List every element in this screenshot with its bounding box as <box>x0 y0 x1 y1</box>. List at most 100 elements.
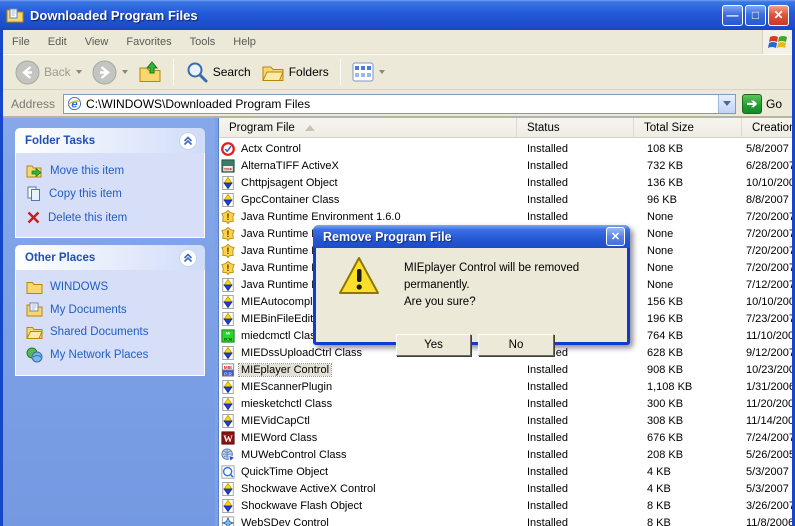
java-warning-icon: ! <box>221 261 235 275</box>
table-row[interactable]: QuickTime Object Installed 4 KB 5/3/2007 <box>219 463 792 480</box>
dialog-close-icon[interactable]: ✕ <box>606 227 625 246</box>
sidebar-item-my-documents[interactable]: My Documents <box>26 302 198 317</box>
table-row[interactable]: Shockwave ActiveX Control Installed 4 KB… <box>219 480 792 497</box>
views-button[interactable] <box>348 58 389 86</box>
back-button[interactable]: Back <box>11 57 86 88</box>
table-row[interactable]: MIEScannerPlugin Installed 1,108 KB 1/31… <box>219 378 792 395</box>
column-header-program-file[interactable]: Program File <box>219 118 517 138</box>
title-bar: Downloaded Program Files — □ ✕ <box>0 0 795 30</box>
menu-view[interactable]: View <box>76 32 118 52</box>
column-header-creation-date[interactable]: Creation <box>742 118 792 138</box>
program-status: Installed <box>527 463 634 480</box>
menu-favorites[interactable]: Favorites <box>117 32 180 52</box>
websdev-star-icon <box>221 516 235 526</box>
table-row[interactable]: Shockwave Flash Object Installed 8 KB 3/… <box>219 497 792 514</box>
sidebar-item-windows[interactable]: WINDOWS <box>26 280 198 294</box>
menu-tools[interactable]: Tools <box>181 32 225 52</box>
table-row[interactable]: miesketchctl Class Installed 300 KB 11/2… <box>219 395 792 412</box>
ie-icon: e <box>67 96 82 111</box>
program-file-name: MIEVidCapCtl <box>239 415 312 427</box>
table-row[interactable]: MIEVidCapCtl Installed 308 KB 11/14/200 <box>219 412 792 429</box>
svg-text:!: ! <box>227 212 230 222</box>
program-total-size: None <box>647 259 742 276</box>
program-file-name: Shockwave Flash Object <box>239 500 364 512</box>
program-file-name: Java Runtime Environment 1.6.0 <box>239 211 403 223</box>
svg-text:!: ! <box>227 229 230 239</box>
table-row[interactable]: Actx Control Installed 108 KB 5/8/2007 <box>219 140 792 157</box>
program-file-name: MIEScannerPlugin <box>239 381 334 393</box>
menu-file[interactable]: File <box>3 32 39 52</box>
folder-tasks-panel: Folder Tasks Move this item Copy this it… <box>15 128 205 238</box>
program-file-name: Actx Control <box>239 143 303 155</box>
views-dropdown-caret[interactable] <box>379 70 385 74</box>
sidebar-item-copy[interactable]: Copy this item <box>26 186 198 202</box>
my-documents-icon <box>26 302 43 317</box>
window-title: Downloaded Program Files <box>30 8 198 23</box>
folders-button[interactable]: Folders <box>257 57 333 87</box>
program-file-name: MIEWord Class <box>239 432 319 444</box>
sidebar-item-my-network-places[interactable]: My Network Places <box>26 347 198 363</box>
remove-program-dialog: Remove Program File ✕ MIEplayer Control … <box>313 225 630 345</box>
close-button[interactable]: ✕ <box>768 5 789 26</box>
go-button[interactable]: ➔ Go <box>742 94 788 114</box>
program-creation-date: 1/31/2006 <box>746 378 792 395</box>
sidebar-item-delete[interactable]: Delete this item <box>26 210 198 225</box>
up-button[interactable] <box>134 57 166 87</box>
folder-tasks-header[interactable]: Folder Tasks <box>15 128 205 153</box>
sidebar-item-label: My Network Places <box>50 349 148 361</box>
table-row[interactable]: MUWebControl Class Installed 208 KB 5/26… <box>219 446 792 463</box>
program-file-name: GpcContainer Class <box>239 194 341 206</box>
column-header-status[interactable]: Status <box>517 118 634 138</box>
table-row[interactable]: MIEP:R MIEplayer Control Installed 908 K… <box>219 361 792 378</box>
program-creation-date: 7/20/2007 <box>746 242 792 259</box>
program-total-size: 300 KB <box>647 395 742 412</box>
program-status: Installed <box>527 514 634 526</box>
program-status: Installed <box>527 208 634 225</box>
menu-help[interactable]: Help <box>224 32 265 52</box>
program-status: Installed <box>527 157 634 174</box>
minimize-button[interactable]: — <box>722 5 743 26</box>
address-dropdown-button[interactable] <box>718 95 735 113</box>
svg-text:MI: MI <box>226 330 230 335</box>
column-label: Total Size <box>644 122 694 134</box>
table-row[interactable]: WebSDev Control Installed 8 KB 11/8/2006 <box>219 514 792 526</box>
back-dropdown-caret[interactable] <box>76 70 82 74</box>
program-total-size: 208 KB <box>647 446 742 463</box>
program-total-size: None <box>647 276 742 293</box>
no-button[interactable]: No <box>478 334 554 356</box>
svg-text:TIFF: TIFF <box>224 166 233 171</box>
column-header-total-size[interactable]: Total Size <box>634 118 742 138</box>
program-total-size: 628 KB <box>647 344 742 361</box>
menu-bar: File Edit View Favorites Tools Help <box>3 30 792 54</box>
table-row[interactable]: GpcContainer Class Installed 96 KB 8/8/2… <box>219 191 792 208</box>
sidebar-item-move[interactable]: Move this item <box>26 163 198 178</box>
program-file-name: QuickTime Object <box>239 466 330 478</box>
program-total-size: 764 KB <box>647 327 742 344</box>
maximize-button[interactable]: □ <box>745 5 766 26</box>
search-button[interactable]: Search <box>181 57 255 87</box>
collapse-chevron-icon[interactable] <box>179 132 197 150</box>
program-creation-date: 10/10/200 <box>746 174 792 191</box>
address-input[interactable]: e C:\WINDOWS\Downloaded Program Files <box>63 94 736 114</box>
forward-button[interactable] <box>88 57 132 88</box>
yes-button[interactable]: Yes <box>396 334 471 356</box>
table-row[interactable]: ! Java Runtime Environment 1.6.0 Install… <box>219 208 792 225</box>
program-creation-date: 7/20/2007 <box>746 259 792 276</box>
table-row[interactable]: W MIEWord Class Installed 676 KB 7/24/20… <box>219 429 792 446</box>
collapse-chevron-icon[interactable] <box>179 249 197 267</box>
table-row[interactable]: Chttpjsagent Object Installed 136 KB 10/… <box>219 174 792 191</box>
program-creation-date: 7/12/2007 <box>746 276 792 293</box>
program-total-size: 676 KB <box>647 429 742 446</box>
menu-edit[interactable]: Edit <box>39 32 76 52</box>
program-total-size: 136 KB <box>647 174 742 191</box>
other-places-header[interactable]: Other Places <box>15 245 205 270</box>
forward-dropdown-caret[interactable] <box>122 70 128 74</box>
program-creation-date: 3/26/2007 <box>746 497 792 514</box>
table-row[interactable]: TIFF AlternaTIFF ActiveX Installed 732 K… <box>219 157 792 174</box>
program-total-size: 8 KB <box>647 497 742 514</box>
sidebar-item-shared-documents[interactable]: Shared Documents <box>26 325 198 339</box>
list-header: Program File Status Total Size Creation <box>219 118 792 138</box>
move-item-icon <box>26 163 43 178</box>
globe-arrow-icon <box>221 448 235 462</box>
back-arrow-icon <box>15 60 40 85</box>
